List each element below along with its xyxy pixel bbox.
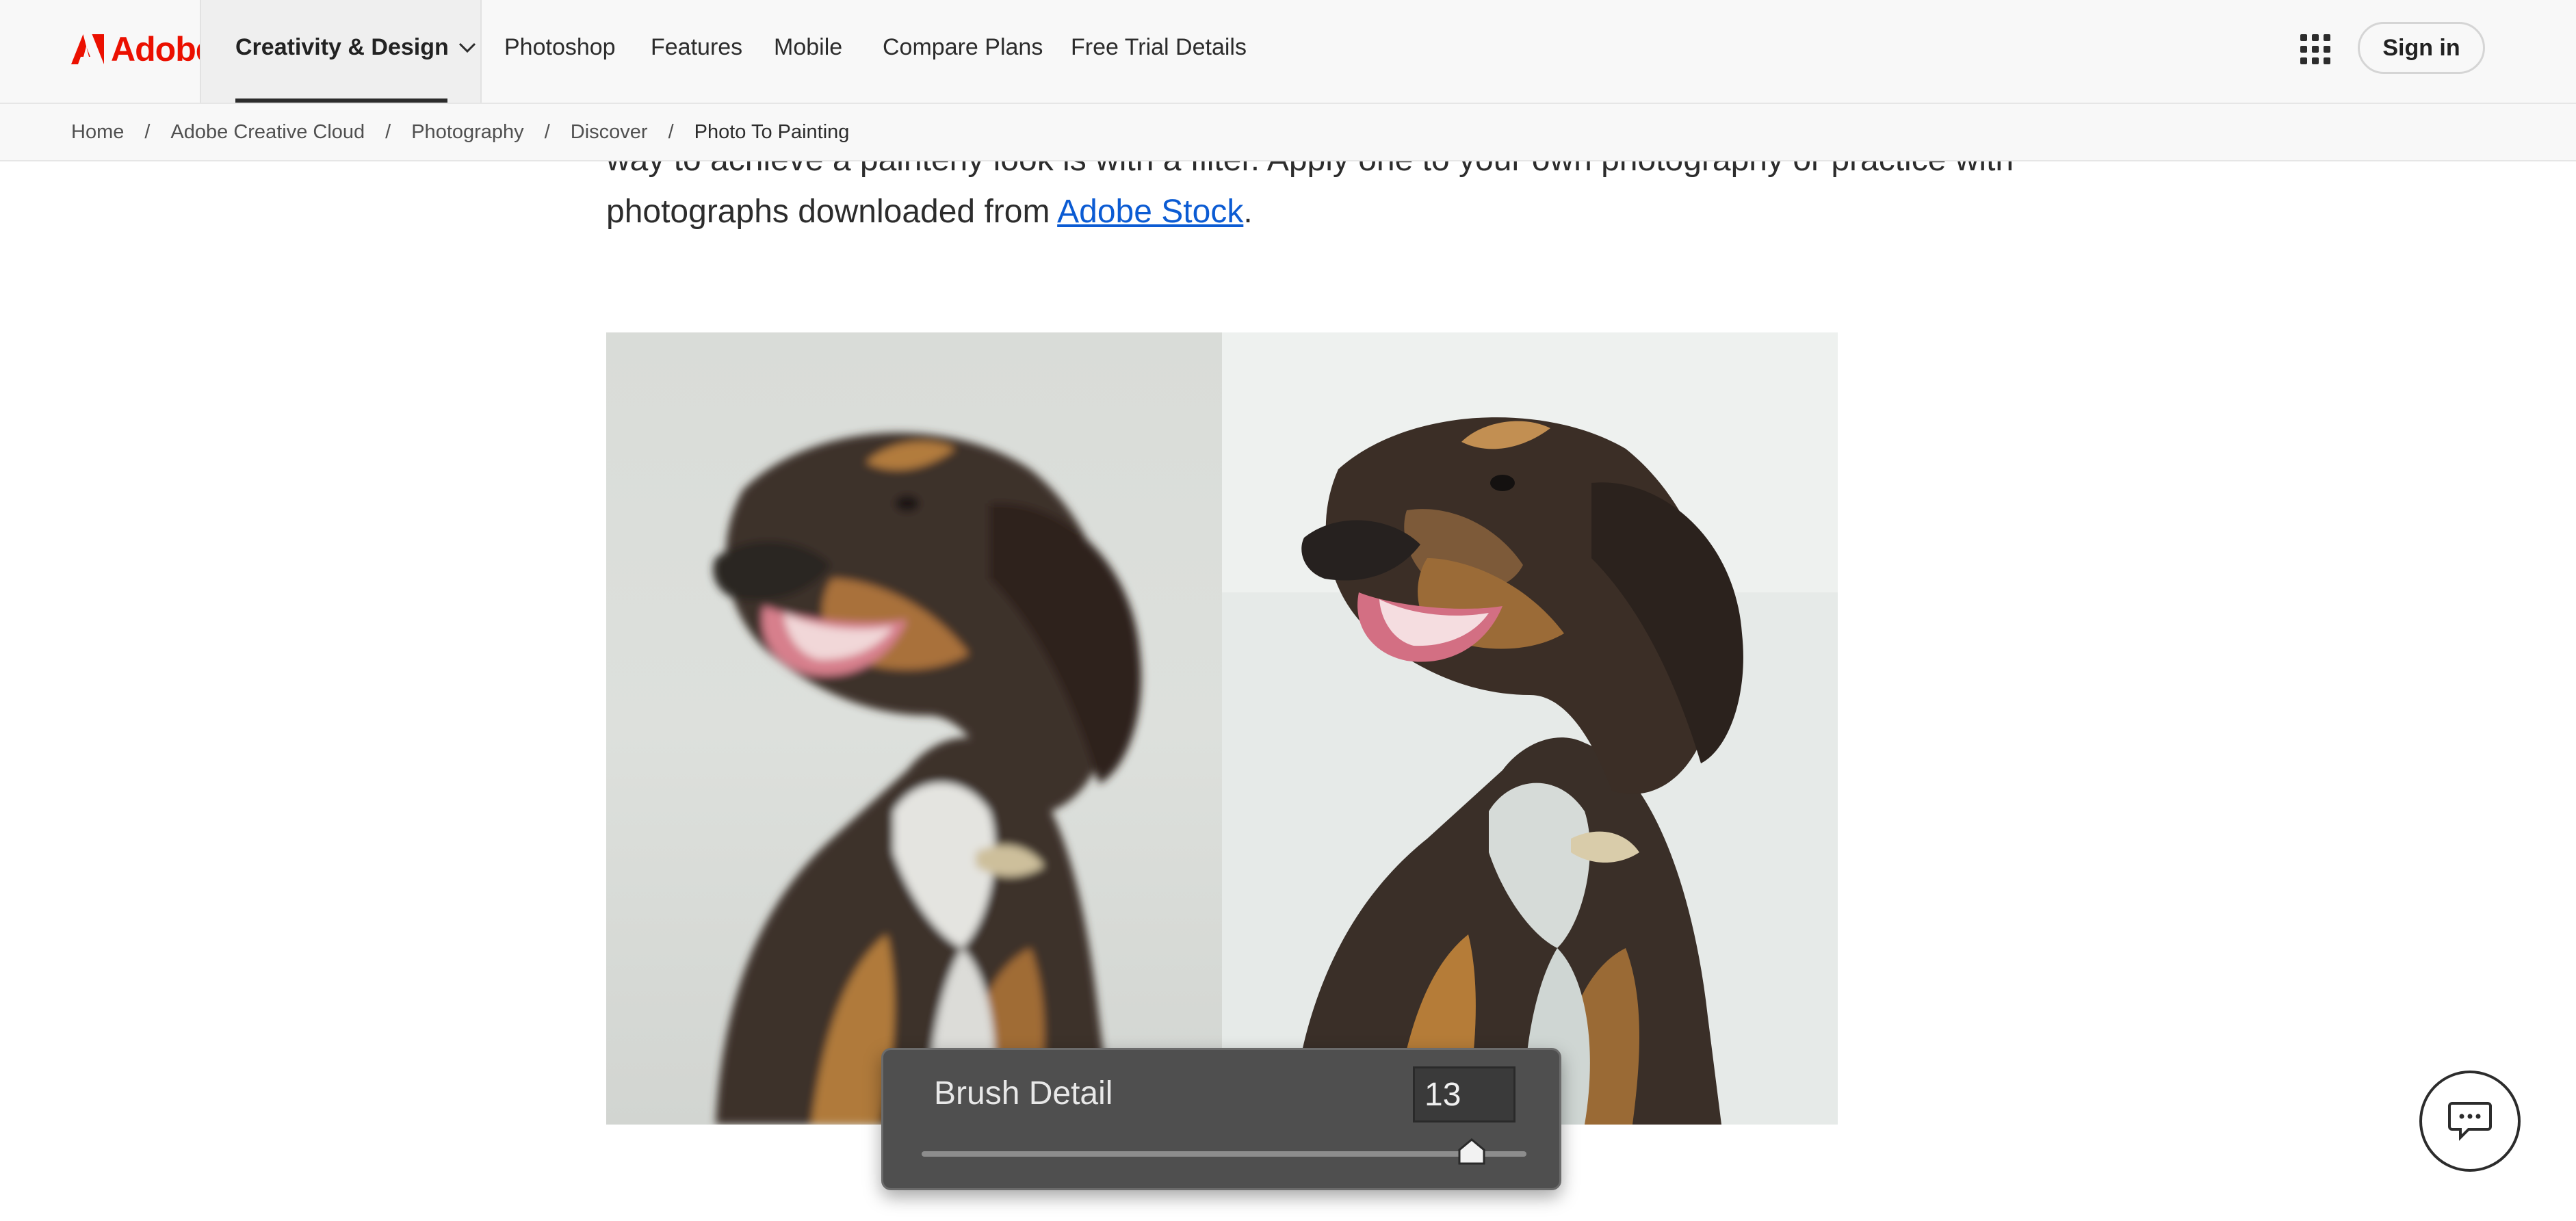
- breadcrumb-home[interactable]: Home: [71, 121, 124, 144]
- breadcrumb-separator: /: [544, 120, 550, 143]
- painted-dog-image: [1222, 332, 1838, 1125]
- chat-icon: [2448, 1102, 2492, 1141]
- grid-icon[interactable]: [2300, 34, 2330, 64]
- nav-features[interactable]: Features: [651, 34, 742, 61]
- painted-dog-photo: [1222, 332, 1838, 1125]
- nav-mobile[interactable]: Mobile: [774, 34, 842, 61]
- slider-thumb-icon[interactable]: [1457, 1138, 1487, 1165]
- dog-photo-image: [606, 332, 1222, 1125]
- adobe-stock-link[interactable]: Adobe Stock: [1057, 194, 1243, 230]
- nav-photoshop[interactable]: Photoshop: [504, 34, 616, 61]
- original-dog-photo: [606, 332, 1222, 1125]
- top-navigation: Adobe Creativity & Design Photoshop Feat…: [0, 0, 2576, 104]
- article-line-2: photographs downloaded from Adobe Stock.: [606, 194, 1253, 230]
- breadcrumb-current: Photo To Painting: [694, 120, 850, 143]
- nav-free-trial-details[interactable]: Free Trial Details: [1071, 34, 1247, 61]
- chevron-down-icon: [458, 42, 476, 53]
- nav-active-label: Creativity & Design: [235, 34, 449, 60]
- nav-compare-plans[interactable]: Compare Plans: [883, 34, 1043, 61]
- chat-button[interactable]: [2419, 1071, 2521, 1172]
- breadcrumb: Home / Adobe Creative Cloud / Photograph…: [0, 104, 2576, 161]
- nav-creativity-design[interactable]: Creativity & Design: [200, 0, 482, 103]
- breadcrumb-photography[interactable]: Photography: [411, 121, 523, 144]
- sign-in-button[interactable]: Sign in: [2358, 22, 2485, 74]
- breadcrumb-separator: /: [668, 120, 674, 143]
- brand-name: Adobe: [111, 30, 215, 68]
- adobe-logo-icon: [71, 34, 104, 64]
- brush-detail-value-input[interactable]: 13: [1413, 1066, 1515, 1122]
- adobe-logo[interactable]: Adobe: [71, 27, 215, 71]
- breadcrumb-separator: /: [144, 120, 151, 143]
- breadcrumb-creative-cloud[interactable]: Adobe Creative Cloud: [170, 121, 365, 144]
- breadcrumb-discover[interactable]: Discover: [571, 121, 648, 144]
- brush-detail-panel: Brush Detail 13: [881, 1048, 1561, 1190]
- brush-detail-label: Brush Detail: [934, 1075, 1113, 1112]
- active-underline: [235, 99, 447, 103]
- breadcrumb-separator: /: [385, 120, 391, 143]
- brush-detail-slider-track[interactable]: [922, 1151, 1526, 1157]
